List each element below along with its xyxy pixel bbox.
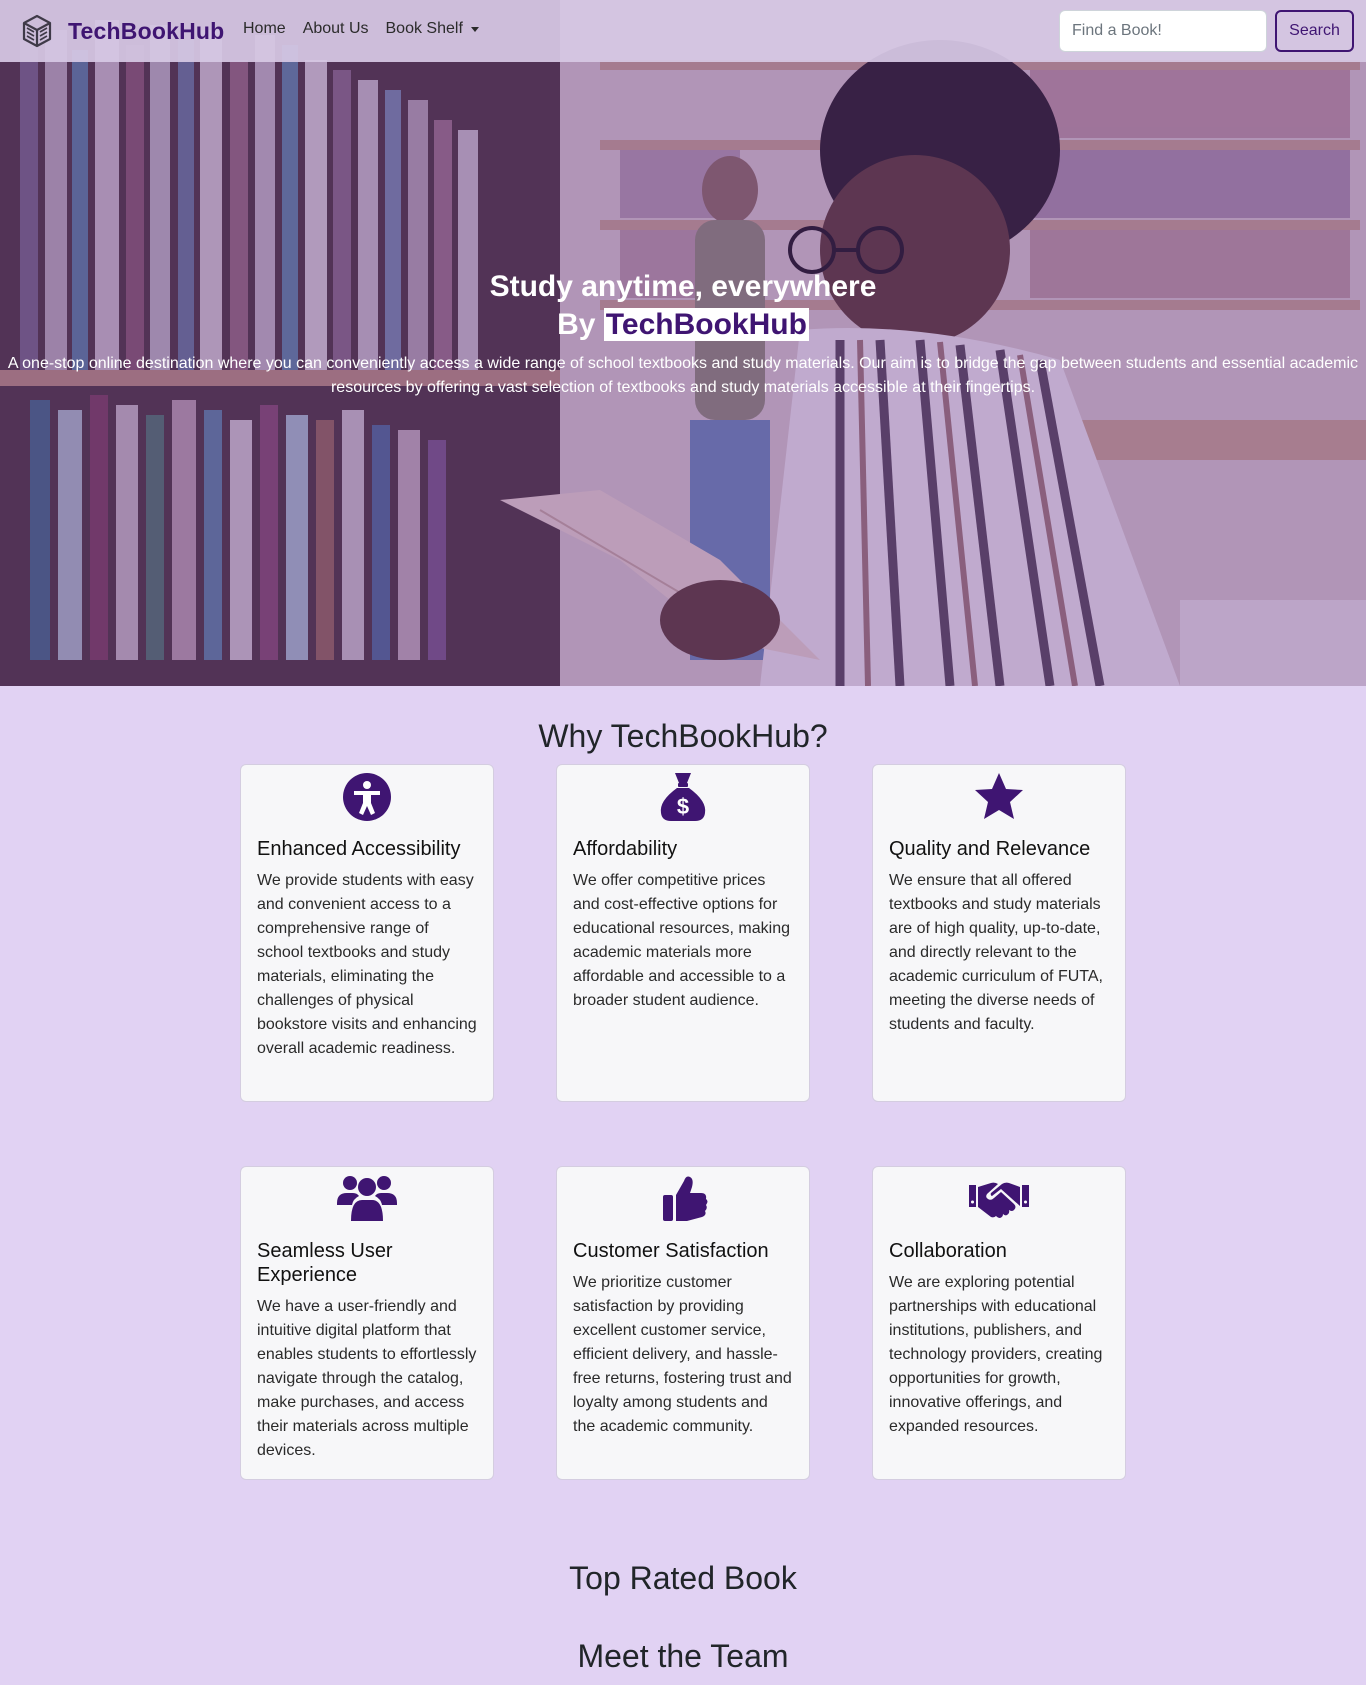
feature-card-quality: Quality and Relevance We ensure that all…	[872, 764, 1126, 1102]
feature-card-customer-satisfaction: Customer Satisfaction We prioritize cust…	[556, 1166, 810, 1480]
handshake-icon	[969, 1182, 1029, 1218]
why-heading: Why TechBookHub?	[538, 718, 828, 754]
feature-card-title: Seamless User Experience	[257, 1240, 393, 1286]
brand-link[interactable]: TechBookHub	[22, 13, 224, 49]
search-input[interactable]	[1059, 10, 1267, 52]
search-button[interactable]: Search	[1275, 10, 1354, 52]
nav-link-about-us[interactable]: About Us	[303, 20, 369, 38]
team-heading: Meet the Team	[577, 1638, 789, 1674]
nav-dropdown-book-shelf[interactable]: Book Shelf	[386, 20, 479, 38]
hero-title-prefix: By	[557, 308, 596, 341]
feature-card-accessibility: Enhanced Accessibility We provide studen…	[240, 764, 494, 1102]
nav-links: Home About Us Book Shelf	[243, 20, 496, 38]
users-icon	[337, 1176, 397, 1221]
feature-card-text: We provide students with easy and conven…	[257, 872, 477, 1057]
hero-title-second-line: By TechBookHub	[0, 306, 1366, 344]
feature-card-title: Customer Satisfaction	[573, 1240, 769, 1262]
feature-card-text: We are exploring potential partnerships …	[889, 1274, 1103, 1435]
hero-title: Study anytime, everywhere By TechBookHub	[0, 268, 1366, 344]
top-rated-heading: Top Rated Book	[569, 1560, 797, 1596]
feature-card-text: We have a user-friendly and intuitive di…	[257, 1298, 477, 1459]
hero-title-line: Study anytime, everywhere	[489, 270, 877, 303]
svg-text:$: $	[677, 794, 689, 819]
thumbs-up-icon	[663, 1176, 708, 1221]
book-stack-logo-icon	[22, 14, 52, 48]
navbar: TechBookHub Home About Us Book Shelf Sea…	[0, 0, 1366, 62]
nav-link-home[interactable]: Home	[243, 20, 286, 38]
feature-card-text: We offer competitive prices and cost-eff…	[573, 872, 791, 1009]
hero-section: Study anytime, everywhere By TechBookHub…	[0, 0, 1366, 686]
feature-card-text: We prioritize customer satisfaction by p…	[573, 1274, 792, 1435]
feature-card-title: Enhanced Accessibility	[257, 838, 461, 860]
accessibility-icon	[343, 773, 391, 821]
feature-card-affordability: $ Affordability We offer competitive pri…	[556, 764, 810, 1102]
feature-card-title: Affordability	[573, 838, 678, 860]
brand-name: TechBookHub	[68, 17, 225, 44]
hero-description: A one-stop online destination where you …	[7, 355, 1359, 396]
money-bag-icon: $	[660, 773, 706, 821]
caret-down-icon	[470, 26, 479, 32]
feature-card-text: We ensure that all offered textbooks and…	[889, 872, 1103, 1033]
star-icon	[975, 773, 1023, 819]
feature-card-user-experience: Seamless User Experience We have a user-…	[240, 1166, 494, 1480]
feature-card-title: Collaboration	[889, 1240, 1007, 1262]
hero-title-highlight: TechBookHub	[603, 308, 809, 341]
feature-card-collaboration: Collaboration We are exploring potential…	[872, 1166, 1126, 1480]
feature-card-title: Quality and Relevance	[889, 838, 1091, 860]
nav-dropdown-label: Book Shelf	[385, 20, 463, 37]
